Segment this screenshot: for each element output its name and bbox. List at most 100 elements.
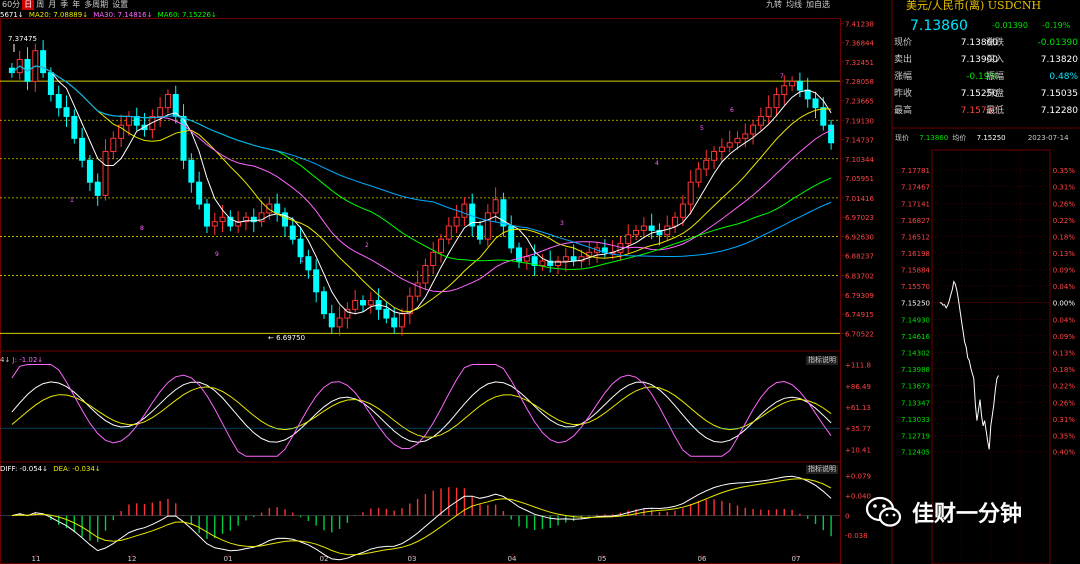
intraday-header: 现价 7.13860 均价 7.15250 2023-07-14 [895,133,1069,144]
candle-body-6 [55,94,62,109]
candle-body-12 [102,151,109,196]
intraday-pct-tick-7: 0.04% [1053,283,1076,291]
ma30-legend: MA30: 7.14816↓ [93,11,153,19]
kdj-k-line [11,381,832,443]
candle-body-105 [828,124,835,144]
wechat-logo-icon [865,496,902,527]
candle-body-60 [477,225,484,240]
candle-body-36 [289,225,296,240]
chart-canvas: 7.41238 7.36844 7.32451 7.28058 7.23665 7.191… [0,0,1080,564]
y-tick-8: 7.05951 [845,175,874,183]
candle-body-68 [539,260,546,266]
quote-label2-1: 买入 [986,55,1005,65]
intraday-price: 7.13860 [919,134,949,142]
y-tick-0: 7.41238 [845,20,874,28]
ma5-line [11,65,832,315]
ma60-legend: MA60: 7.15226↓ [157,11,217,19]
ma-button[interactable]: 均线 [786,0,802,10]
candle-body-54 [430,251,437,266]
intraday-y-tick-17: 7.12405 [901,449,930,457]
candle-body-88 [695,168,702,183]
td-digit-0: 1 [300,257,304,264]
kdj-y-tick-4: +10.41 [845,446,871,454]
td-digit-3: 4 [655,160,659,167]
intraday-pct-tick-2: 0.26% [1053,200,1076,208]
add-watchlist-button[interactable]: 加自选 [806,0,830,10]
td-digit-7: 8 [140,225,144,232]
ma30-line [11,65,832,293]
intraday-pct-tick-5: 0.13% [1053,250,1076,258]
candle-body-7 [63,107,70,117]
y-tick-1: 7.36844 [845,40,874,48]
candle-body-55 [438,238,445,253]
tab-7[interactable]: 设置 [110,0,130,10]
quote-value2-4: 7.12280 [1040,106,1078,116]
ma5-legend: 5671↓ [0,11,24,19]
candle-body-57 [453,216,460,227]
instrument-title: 美元/人民币(离) USDCNH [906,0,1042,12]
quote-label2-3: 开盘 [986,89,1005,99]
ma-legend: 5671↓ MA20: 7.08889↓ MA30: 7.14816↓ MA60… [0,11,217,20]
macd-diff-line [11,475,832,561]
ma20-line [11,65,832,313]
intraday-y-tick-5: 7.16198 [901,250,930,258]
candle-body-92 [726,142,733,148]
tab-6[interactable]: 多周期 [82,0,110,10]
intraday-pct-tick-0: 0.35% [1053,167,1076,175]
intraday-avg: 7.15250 [976,134,1006,142]
intraday-price-line [939,280,999,450]
candle-body-79 [625,234,632,245]
candle-body-78 [617,243,624,253]
candle-body-97 [765,107,772,117]
intraday-pct-tick-3: 0.22% [1053,217,1076,225]
candle-body-5 [47,72,54,96]
tab-5[interactable]: 年 [70,0,82,10]
intraday-y-tick-6: 7.15884 [901,266,930,274]
y-tick-6: 7.14737 [845,137,874,145]
macd-y-tick-0: +0.079 [845,473,871,481]
candle-body-48 [383,308,390,319]
intraday-y-tick-13: 7.13673 [901,382,930,390]
candle-body-82 [648,225,655,231]
jiuzhuan-button[interactable]: 九转 [766,0,782,10]
kdj-explain-button[interactable]: 指标说明 [806,356,838,365]
td-digit-6: 7 [780,73,784,80]
macd-histogram [19,487,832,542]
tab-1[interactable]: 日 [22,0,35,10]
candle-body-24 [196,181,203,205]
macd-explain-button[interactable]: 指标说明 [806,465,838,474]
candle-body-38 [305,256,312,271]
period-tabs: 60分日周月季年多周期 设置 [0,0,130,10]
tab-0[interactable]: 60分 [0,0,22,10]
td-digit-2: 3 [560,220,564,227]
quote-value2-1: 7.13820 [1040,55,1078,65]
tab-4[interactable]: 季 [58,0,70,10]
candle-body-11 [94,181,101,196]
candle-body-95 [750,124,757,135]
candle-body-40 [320,291,327,315]
td-digit-1: 2 [365,242,369,249]
quote-label-3: 昨收 [894,89,913,99]
tab-2[interactable]: 周 [34,0,46,10]
candle-body-10 [86,159,93,183]
macd-legend: DIFF: -0.054↓ DEA: -0.034↓ [0,465,101,474]
intraday-y-tick-3: 7.16827 [901,217,930,225]
watermark: 佳财一分钟 [864,492,1022,532]
candle-body-19 [157,107,164,117]
candle-body-44 [352,300,359,310]
td-digit-4: 5 [700,125,704,132]
intraday-y-tick-10: 7.14616 [901,333,930,341]
kdj-y-tick-3: +35.77 [845,425,871,433]
candle-body-41 [328,313,335,328]
intraday-y-tick-1: 7.17467 [901,183,930,191]
ma20-legend: MA20: 7.08889↓ [28,11,89,19]
candle-body-86 [679,203,686,218]
macd-y-tick-2: 0 [845,513,849,521]
intraday-pct-tick-14: 0.26% [1053,399,1076,407]
td-digit-8: 9 [215,251,219,258]
tab-3[interactable]: 月 [46,0,58,10]
low-annotation: ← 6.69750 [268,334,305,342]
candle-body-13 [110,137,117,153]
macd-y-tick-3: -0.038 [845,532,868,540]
candle-body-62 [492,199,499,214]
